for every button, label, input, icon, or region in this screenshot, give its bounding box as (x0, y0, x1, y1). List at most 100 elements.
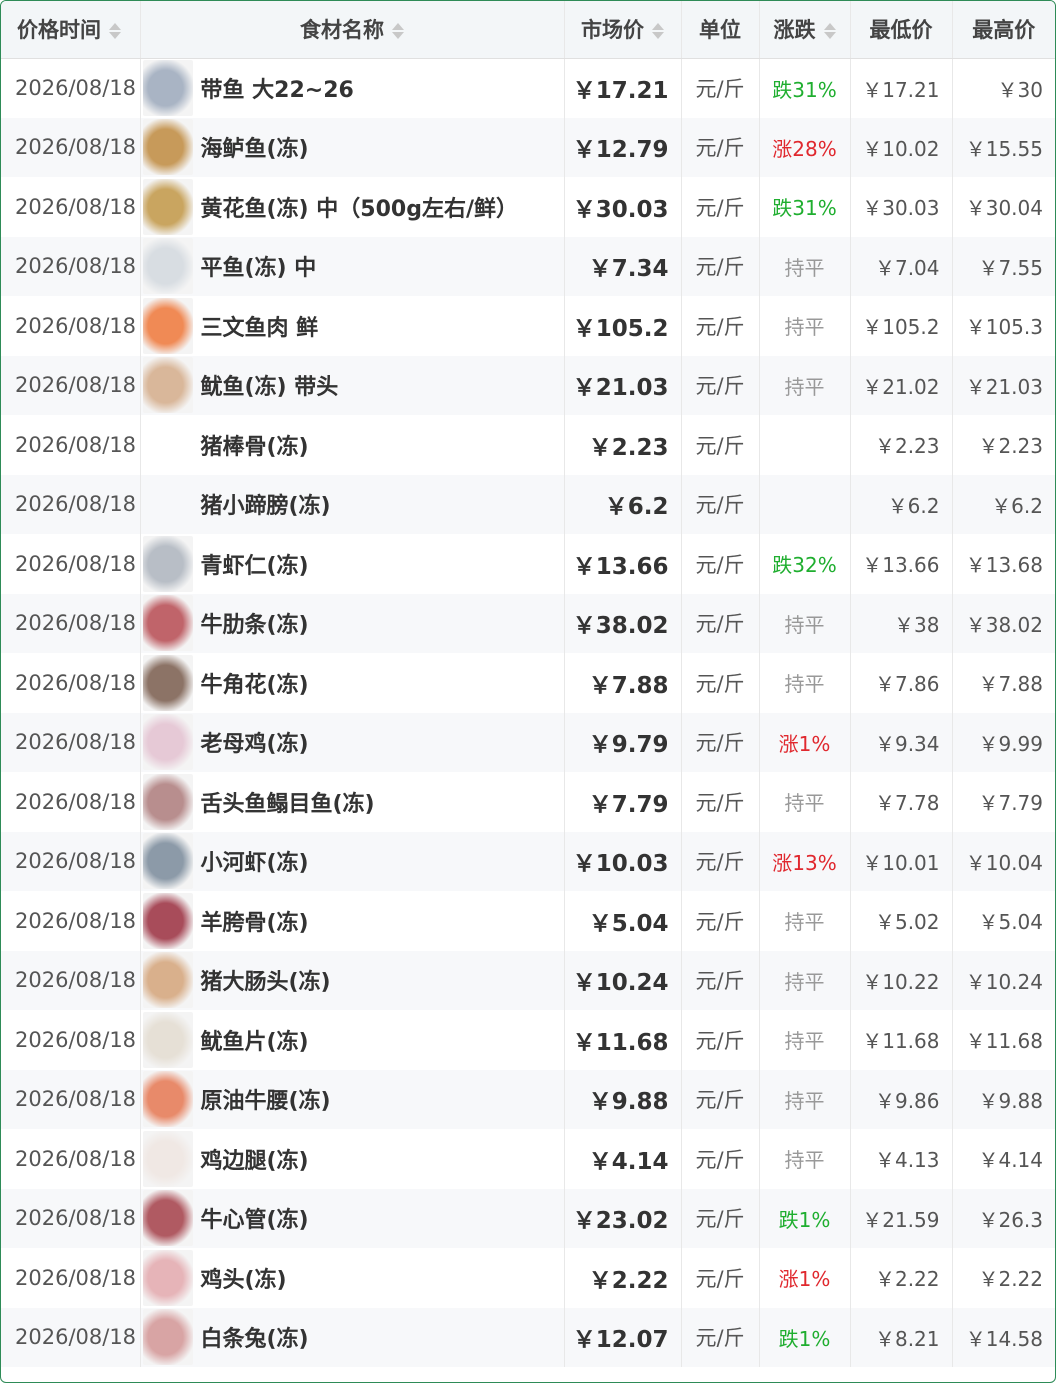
food-name[interactable]: 猪大肠头(冻) (201, 970, 331, 995)
food-name[interactable]: 鸡边腿(冻) (201, 1149, 309, 1174)
food-name[interactable]: 青虾仁(冻) (201, 554, 309, 579)
food-name[interactable]: 猪棒骨(冻) (201, 435, 309, 460)
table-row[interactable]: 2026/08/18 鱿鱼(冻) 带头 ￥21.03 元/斤 持平 ￥21.02 ￥21.0… (1, 355, 1055, 415)
table-row[interactable]: 2026/08/18 牛心管(冻) ￥23.02 元/斤 跌1% ￥21.59 ￥26.3 (1, 1188, 1055, 1248)
market-price: ￥17.21 (564, 58, 682, 118)
food-name[interactable]: 牛肋条(冻) (201, 613, 309, 638)
food-name[interactable]: 海鲈鱼(冻) (201, 137, 309, 162)
lowest-price: ￥8.21 (850, 1307, 953, 1367)
price-date: 2026/08/18 (1, 415, 141, 475)
food-name[interactable]: 原油牛腰(冻) (201, 1089, 331, 1114)
food-name[interactable]: 牛角花(冻) (201, 673, 309, 698)
table-row[interactable]: 2026/08/18 鱿鱼片(冻) ￥11.68 元/斤 持平 ￥11.68 ￥11.68 (1, 1010, 1055, 1070)
price-date: 2026/08/18 (1, 772, 141, 832)
column-header-label: 最高价 (972, 18, 1036, 43)
price-change: 持平 (759, 296, 851, 356)
price-date: 2026/08/18 (1, 58, 141, 118)
market-price: ￥12.79 (564, 117, 682, 177)
table-row[interactable]: 2026/08/18 鸡头(冻) ￥2.22 元/斤 涨1% ￥2.22 ￥2.22 (1, 1248, 1055, 1308)
food-name[interactable]: 鱿鱼片(冻) (201, 1030, 309, 1055)
food-name-cell: 舌头鱼鳎目鱼(冻) (140, 772, 565, 832)
empty-thumbnail (143, 417, 193, 473)
food-name[interactable]: 羊胯骨(冻) (201, 911, 309, 936)
food-name[interactable]: 猪小蹄膀(冻) (201, 494, 331, 519)
table-row[interactable]: 2026/08/18 羊胯骨(冻) ￥5.04 元/斤 持平 ￥5.02 ￥5.04 (1, 891, 1055, 951)
food-name-cell: 鸡边腿(冻) (140, 1129, 565, 1189)
sole-image (142, 773, 193, 830)
table-row[interactable]: 2026/08/18 原油牛腰(冻) ￥9.88 元/斤 持平 ￥9.86 ￥9.88 (1, 1069, 1055, 1129)
pomfret-image (142, 238, 193, 295)
table-row[interactable]: 2026/08/18 猪小蹄膀(冻) ￥6.2 元/斤 ￥6.2 ￥6.2 (1, 474, 1055, 534)
highest-price: ￥11.68 (965, 1029, 1043, 1054)
unit: 元/斤 (681, 831, 760, 891)
market-price: ￥2.22 (564, 1248, 682, 1308)
market-price: ￥21.03 (564, 355, 682, 415)
column-header-change[interactable]: 涨跌 (759, 1, 851, 59)
column-header-unit: 单位 (681, 1, 760, 59)
table-row[interactable]: 2026/08/18 白条兔(冻) ￥12.07 元/斤 跌1% ￥8.21 ￥14.58 (1, 1307, 1055, 1367)
price-change: 跌1% (759, 1307, 851, 1367)
food-name[interactable]: 白条兔(冻) (201, 1327, 309, 1352)
column-header-time[interactable]: 价格时间 (1, 1, 141, 59)
market-price: ￥12.07 (564, 1307, 682, 1367)
highest-price: ￥10.04 (965, 850, 1043, 875)
market-price: ￥4.14 (564, 1129, 682, 1189)
food-name-cell: 鱿鱼(冻) 带头 (140, 355, 565, 415)
table-row[interactable]: 2026/08/18 小河虾(冻) ￥10.03 元/斤 涨13% ￥10.01 ￥10.0… (1, 831, 1055, 891)
chicken-head-image (142, 1249, 193, 1306)
food-name[interactable]: 小河虾(冻) (201, 851, 309, 876)
salmon-image (142, 297, 193, 354)
highest-price: ￥13.68 (965, 553, 1043, 578)
sort-icon[interactable] (392, 21, 404, 41)
table-row[interactable]: 2026/08/18 猪大肠头(冻) ￥10.24 元/斤 持平 ￥10.22 ￥10.24 (1, 950, 1055, 1010)
chicken-leg-image (142, 1130, 193, 1187)
sort-icon[interactable] (652, 21, 664, 41)
food-name-cell: 白条兔(冻) (140, 1307, 565, 1367)
food-name[interactable]: 鱿鱼(冻) 带头 (201, 375, 339, 400)
table-row[interactable]: 2026/08/18 舌头鱼鳎目鱼(冻) ￥7.79 元/斤 持平 ￥7.78 ￥7.79 (1, 772, 1055, 832)
column-header-name[interactable]: 食材名称 (140, 1, 565, 59)
food-name[interactable]: 老母鸡(冻) (201, 732, 309, 757)
food-name[interactable]: 三文鱼肉 鲜 (201, 316, 319, 341)
market-price: ￥11.68 (564, 1010, 682, 1070)
price-change: 涨1% (759, 1248, 851, 1308)
food-name[interactable]: 带鱼 大22~26 (201, 78, 354, 103)
sort-icon[interactable] (109, 21, 121, 41)
table-row[interactable]: 2026/08/18 老母鸡(冻) ￥9.79 元/斤 涨1% ￥9.34 ￥9.99 (1, 712, 1055, 772)
highest-price: ￥21.03 (965, 374, 1043, 399)
table-row[interactable]: 2026/08/18 猪棒骨(冻) ￥2.23 元/斤 ￥2.23 ￥2.23 (1, 415, 1055, 475)
table-row[interactable]: 2026/08/18 黄花鱼(冻) 中（500g左右/鲜） ￥30.03 元/斤 跌31… (1, 177, 1055, 237)
table-row[interactable]: 2026/08/18 牛肋条(冻) ￥38.02 元/斤 持平 ￥38 ￥38.02 (1, 593, 1055, 653)
sort-icon[interactable] (823, 21, 836, 41)
unit: 元/斤 (681, 653, 760, 713)
price-change: 持平 (759, 950, 851, 1010)
unit: 元/斤 (681, 534, 760, 594)
table-row[interactable]: 2026/08/18 海鲈鱼(冻) ￥12.79 元/斤 涨28% ￥10.02 ￥15.5… (1, 117, 1055, 177)
market-price: ￥105.2 (564, 296, 682, 356)
table-row[interactable]: 2026/08/18 青虾仁(冻) ￥13.66 元/斤 跌32% ￥13.66 ￥13.6… (1, 534, 1055, 594)
column-header-market-price[interactable]: 市场价 (564, 1, 682, 59)
table-row[interactable]: 2026/08/18 平鱼(冻) 中 ￥7.34 元/斤 持平 ￥7.04 ￥7.55 (1, 236, 1055, 296)
food-name[interactable]: 黄花鱼(冻) 中（500g左右/鲜） (201, 197, 518, 222)
food-name[interactable]: 平鱼(冻) 中 (201, 256, 317, 281)
unit: 元/斤 (681, 117, 760, 177)
food-name-cell: 黄花鱼(冻) 中（500g左右/鲜） (140, 177, 565, 237)
price-date: 2026/08/18 (1, 1129, 141, 1189)
highest-price: ￥15.55 (965, 136, 1043, 161)
food-name[interactable]: 鸡头(冻) (201, 1268, 287, 1293)
lowest-price: ￥10.01 (850, 831, 953, 891)
table-row[interactable]: 2026/08/18 带鱼 大22~26 ￥17.21 元/斤 跌31% ￥17.21 ￥3… (1, 58, 1055, 118)
river-shrimp-image (142, 833, 193, 890)
food-name-cell: 鸡头(冻) (140, 1248, 565, 1308)
table-row[interactable]: 2026/08/18 牛角花(冻) ￥7.88 元/斤 持平 ￥7.86 ￥7.88 (1, 653, 1055, 713)
croaker-image (142, 178, 193, 235)
food-name[interactable]: 牛心管(冻) (201, 1208, 309, 1233)
market-price: ￥6.2 (564, 474, 682, 534)
unit: 元/斤 (681, 593, 760, 653)
table-row[interactable]: 2026/08/18 鸡边腿(冻) ￥4.14 元/斤 持平 ￥4.13 ￥4.14 (1, 1129, 1055, 1189)
unit: 元/斤 (681, 1010, 760, 1070)
lowest-price: ￥13.66 (850, 534, 953, 594)
table-row[interactable]: 2026/08/18 三文鱼肉 鲜 ￥105.2 元/斤 持平 ￥105.2 ￥105.3 (1, 296, 1055, 356)
unit: 元/斤 (681, 474, 760, 534)
food-name[interactable]: 舌头鱼鳎目鱼(冻) (201, 792, 375, 817)
